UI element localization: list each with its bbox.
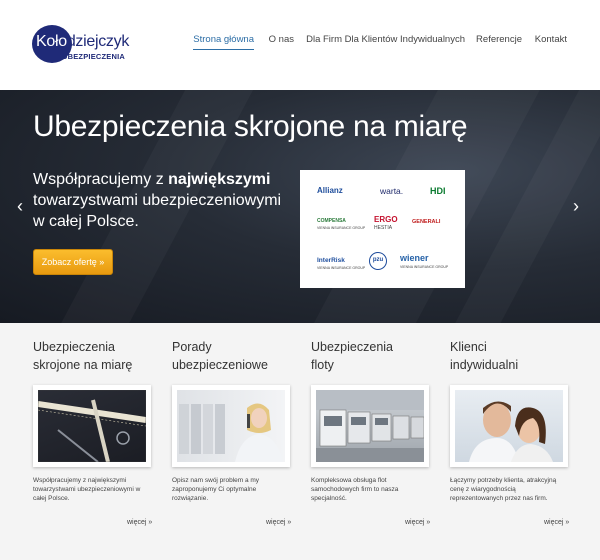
slider-next-icon[interactable]: › xyxy=(573,196,579,217)
card-description: Kompleksowa obsługa flot samochodowych f… xyxy=(311,477,399,502)
hdi-logo: HDI xyxy=(430,186,446,196)
tailor-image xyxy=(38,390,146,462)
hero-text-bold: największymi xyxy=(168,171,271,188)
site-header: Kołodziejczyk UBEZPIECZENIA Strona główn… xyxy=(0,0,600,90)
card-title-line: Klienci xyxy=(450,340,487,354)
card-title: Porady ubezpieczeniowe xyxy=(172,338,311,374)
card-image-frame[interactable] xyxy=(172,385,290,467)
card-advice: Porady ubezpieczeniowe Opisz nam swój pro… xyxy=(172,323,311,560)
card-fleet: Ubezpieczenia floty Kompleksowa obsługa f… xyxy=(311,323,450,560)
card-image-frame[interactable] xyxy=(450,385,568,467)
card-tailored: Ubezpieczenia skrojone na miarę Współprac… xyxy=(33,323,172,560)
fleet-image xyxy=(316,390,424,462)
partner-logos: Allianz warta. HDI COMPENSA VIENNA INSUR… xyxy=(300,170,465,288)
wiener-subtitle: VIENNA INSURANCE GROUP xyxy=(400,265,449,269)
card-title-line: skrojone na miarę xyxy=(33,358,133,372)
logo[interactable]: Kołodziejczyk UBEZPIECZENIA xyxy=(32,22,132,66)
card-more-link[interactable]: więcej » xyxy=(266,519,291,526)
nav-item-contact[interactable]: Kontakt xyxy=(535,34,567,45)
compensa-subtitle: VIENNA INSURANCE GROUP xyxy=(317,226,366,230)
hero-text: Współpracujemy z największymi towarzystw… xyxy=(33,169,283,232)
logo-subtitle: UBEZPIECZENIA xyxy=(62,52,126,61)
couple-image xyxy=(455,390,563,462)
compensa-logo: COMPENSA xyxy=(317,218,346,224)
see-offer-button[interactable]: Zobacz ofertę » xyxy=(33,249,113,275)
card-more-link[interactable]: więcej » xyxy=(127,519,152,526)
hero-text-end: towarzystwami ubezpieczeniowymi w całej … xyxy=(33,192,282,230)
pzu-logo: pzu xyxy=(369,252,387,270)
couple-illustration xyxy=(469,401,553,462)
ergo-logo: ERGO xyxy=(374,215,398,224)
hero-text-start: Współpracujemy z xyxy=(33,171,169,188)
nav-item-references[interactable]: Referencje xyxy=(476,34,522,45)
generali-logo: GENERALI xyxy=(412,219,441,225)
ergo-subtitle: HESTIA xyxy=(374,225,393,231)
logo-text: Kołodziejczyk xyxy=(36,33,129,51)
card-title-line: floty xyxy=(311,358,334,372)
interrisk-subtitle: VIENNA INSURANCE GROUP xyxy=(317,266,366,270)
card-individual: Klienci indywidualni Łączymy potrzeby kli… xyxy=(450,323,589,560)
card-description: Współpracujemy z największymi towarzystw… xyxy=(33,477,141,502)
slider-prev-icon[interactable]: ‹ xyxy=(17,196,23,217)
nav-item-individual[interactable]: Dla Klientów Indywidualnych xyxy=(345,34,465,45)
card-image-frame[interactable] xyxy=(33,385,151,467)
allianz-logo: Allianz xyxy=(317,186,343,195)
card-title-line: indywidualni xyxy=(450,358,519,372)
tailor-illustration xyxy=(38,390,146,462)
fleet-illustration xyxy=(316,390,424,462)
logo-text-part2: dziejczyk xyxy=(66,33,130,50)
card-title-line: ubezpieczeniowe xyxy=(172,358,268,372)
card-description: Opisz nam swój problem a my zaproponujem… xyxy=(172,477,260,502)
card-more-link[interactable]: więcej » xyxy=(405,519,430,526)
card-title: Ubezpieczenia floty xyxy=(311,338,450,374)
card-title-line: Porady xyxy=(172,340,212,354)
hero-title: Ubezpieczenia skrojone na miarę xyxy=(33,110,468,143)
card-more-link[interactable]: więcej » xyxy=(544,519,569,526)
hero-slider: Ubezpieczenia skrojone na miarę Współpra… xyxy=(0,90,600,323)
nav-item-about[interactable]: O nas xyxy=(269,34,294,45)
advisor-image xyxy=(177,390,285,462)
card-title: Klienci indywidualni xyxy=(450,338,589,374)
card-title-line: Ubezpieczenia xyxy=(33,340,115,354)
card-image-frame[interactable] xyxy=(311,385,429,467)
card-description: Łączymy potrzeby klienta, atrakcyjną cen… xyxy=(450,477,557,502)
card-title-line: Ubezpieczenia xyxy=(311,340,393,354)
wiener-logo: wiener xyxy=(400,253,429,263)
interrisk-logo: InterRisk xyxy=(317,257,345,264)
feature-cards: Ubezpieczenia skrojone na miarę Współprac… xyxy=(0,323,600,560)
nav-item-home[interactable]: Strona główna xyxy=(193,34,254,50)
warta-logo: warta. xyxy=(380,186,404,196)
nav-item-business[interactable]: Dla Firm xyxy=(306,34,342,45)
logo-text-part1: Koło xyxy=(36,33,67,50)
advisor-illustration xyxy=(179,403,283,462)
card-title: Ubezpieczenia skrojone na miarę xyxy=(33,338,172,374)
